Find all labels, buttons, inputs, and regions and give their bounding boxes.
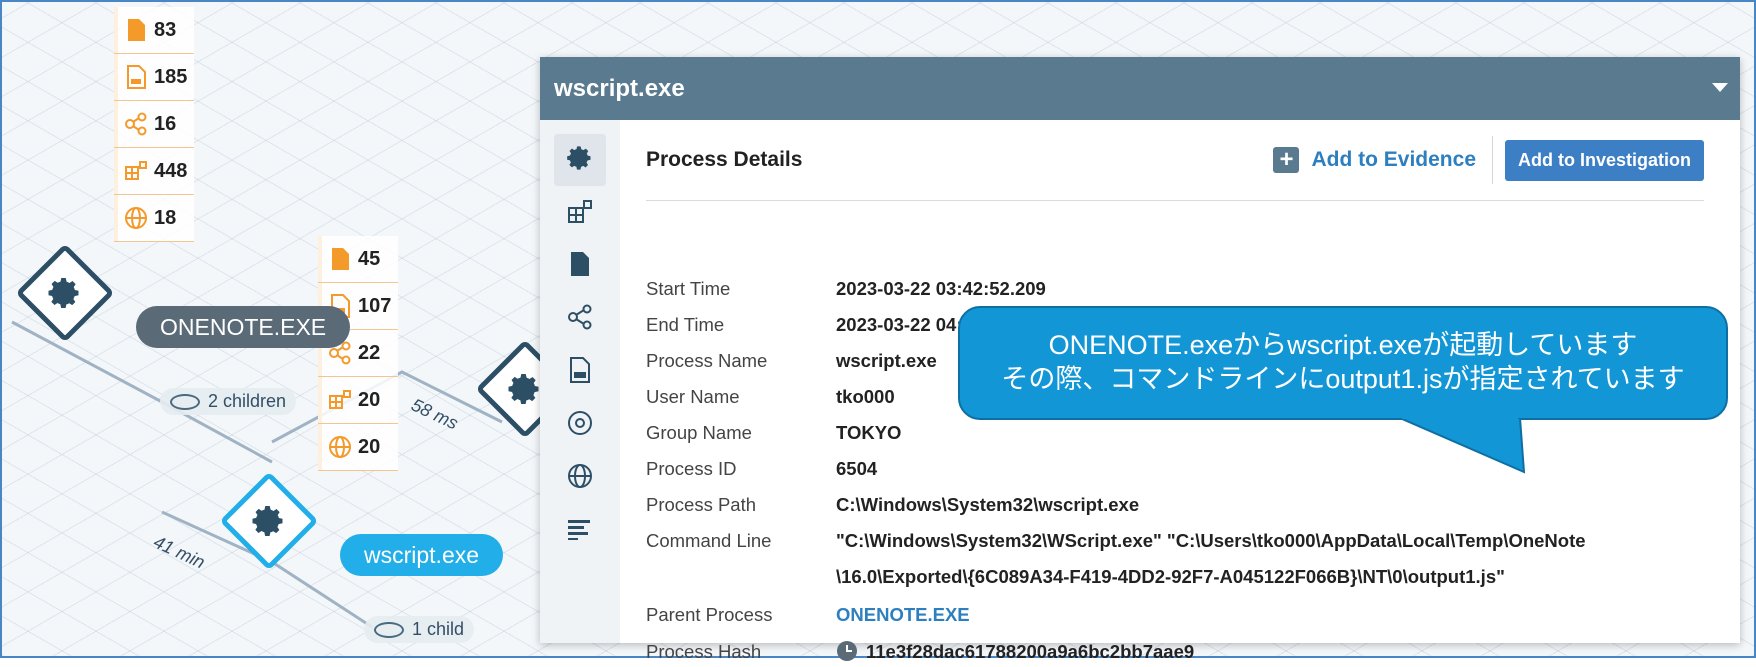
file-icon xyxy=(328,247,352,271)
registry-icon xyxy=(124,159,148,183)
clock-icon xyxy=(836,640,858,667)
gear-icon xyxy=(566,144,594,177)
details-header: Process Details + Add to Evidence Add to … xyxy=(646,120,1704,201)
collapse-oval-icon xyxy=(374,621,404,638)
dll-file-icon xyxy=(569,356,591,388)
add-to-evidence-button[interactable]: + Add to Evidence xyxy=(1273,136,1493,184)
network-icon xyxy=(124,112,148,136)
panel-title: wscript.exe xyxy=(554,74,685,102)
list-lines-icon xyxy=(567,518,593,545)
rail-dll-button[interactable] xyxy=(554,346,606,398)
stat-dlls[interactable]: 185 xyxy=(114,54,194,101)
file-icon xyxy=(569,251,591,282)
field-process-path: Process Path C:\Windows\System32\wscript.… xyxy=(646,494,1140,515)
field-process-name: Process Name wscript.exe xyxy=(646,350,937,371)
file-icon xyxy=(124,18,148,42)
globe-icon xyxy=(567,463,593,494)
rail-registry-button[interactable] xyxy=(554,187,606,239)
edge-label-children[interactable]: 2 children xyxy=(160,388,297,415)
stat-domains[interactable]: 18 xyxy=(114,195,194,242)
stats-column-child: 45 107 22 20 20 xyxy=(318,236,398,471)
edge-label-child[interactable]: 1 child xyxy=(364,616,475,643)
network-icon xyxy=(567,304,593,335)
rail-files-button[interactable] xyxy=(554,240,606,292)
onenote-node-label[interactable]: ONENOTE.EXE xyxy=(136,306,351,348)
stat-network[interactable]: 16 xyxy=(114,101,194,148)
wscript-node-label[interactable]: wscript.exe xyxy=(340,534,504,576)
field-user-name: User Name tko000 xyxy=(646,386,895,407)
stat-domains[interactable]: 20 xyxy=(318,424,398,471)
collapse-caret-icon[interactable] xyxy=(1712,83,1728,92)
registry-icon xyxy=(328,388,352,412)
target-icon xyxy=(567,410,593,441)
field-command-line-continued: \16.0\Exported\{6C089A34-F419-4DD2-92F7-… xyxy=(836,566,1505,587)
field-start-time: Start Time 2023-03-22 03:42:52.209 xyxy=(646,278,1046,299)
details-title: Process Details xyxy=(646,148,803,171)
plus-icon: + xyxy=(1273,146,1300,173)
gear-icon xyxy=(47,275,83,311)
parent-process-link[interactable]: ONENOTE.EXE xyxy=(836,604,970,625)
gear-icon xyxy=(251,503,287,539)
field-parent-process: Parent Process ONENOTE.EXE xyxy=(646,604,970,625)
stat-files[interactable]: 83 xyxy=(114,7,194,54)
rail-details-button[interactable] xyxy=(554,134,606,186)
rail-disk-button[interactable] xyxy=(554,399,606,451)
panel-side-rail xyxy=(540,120,620,643)
dll-file-icon xyxy=(124,65,148,89)
annotation-callout: ONENOTE.exeからwscript.exeが起動しています その際、コマン… xyxy=(958,306,1728,420)
field-process-hash: Process Hash 11e3f28dac61788200a9a6bc2bb7… xyxy=(646,640,1194,667)
gear-icon xyxy=(507,371,543,407)
panel-header: wscript.exe xyxy=(540,57,1740,120)
field-process-id: Process ID 6504 xyxy=(646,458,878,479)
globe-icon xyxy=(124,206,148,230)
stat-registry[interactable]: 448 xyxy=(114,148,194,195)
collapse-oval-icon xyxy=(170,393,200,410)
field-command-line: Command Line "C:\Windows\System32\WScript… xyxy=(646,530,1586,551)
add-to-investigation-button[interactable]: Add to Investigation xyxy=(1505,139,1704,181)
stats-column-onenote: 83 185 16 448 18 xyxy=(114,7,194,242)
rail-domains-button[interactable] xyxy=(554,452,606,504)
rail-timeline-button[interactable] xyxy=(554,505,606,557)
registry-icon xyxy=(567,198,593,229)
globe-icon xyxy=(328,435,352,459)
stat-files[interactable]: 45 xyxy=(318,236,398,283)
field-group-name: Group Name TOKYO xyxy=(646,422,902,443)
callout-tail xyxy=(1400,418,1526,474)
stat-registry[interactable]: 20 xyxy=(318,377,398,424)
rail-network-button[interactable] xyxy=(554,293,606,345)
